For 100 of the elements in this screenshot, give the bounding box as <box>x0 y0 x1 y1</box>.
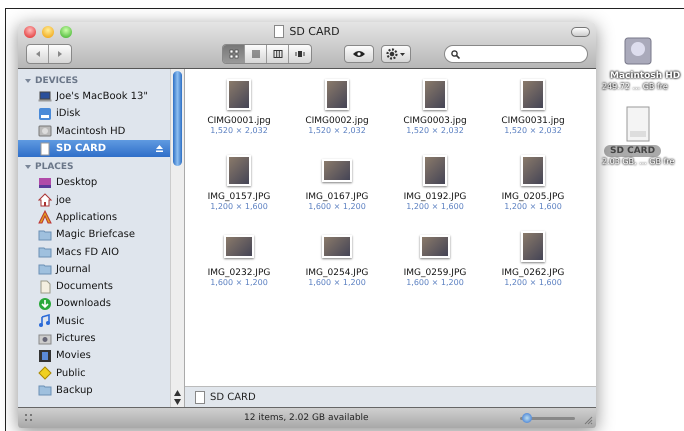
file-name[interactable]: CIMG0002.jpg <box>305 116 369 126</box>
file-name[interactable]: IMG_0167.JPG <box>306 192 368 202</box>
sidebar-item[interactable]: iDisk <box>18 105 170 123</box>
sidebar-item[interactable]: Documents <box>18 278 170 296</box>
sidebar-scrollbar[interactable] <box>170 69 185 407</box>
view-mode-button[interactable] <box>223 45 245 63</box>
eject-icon[interactable] <box>155 144 164 154</box>
window-title: SD CARD <box>289 25 340 38</box>
image-dimensions: 1,200 × 1,600 <box>504 278 562 287</box>
section-title: PLACES <box>35 162 74 172</box>
sidebar-item[interactable]: Music <box>18 312 170 330</box>
grid-icon <box>228 49 238 59</box>
sidebar-item[interactable]: Downloads <box>18 295 170 313</box>
scroll-down-icon[interactable] <box>174 399 181 405</box>
file-name[interactable]: IMG_0262.JPG <box>502 268 564 278</box>
photo-placeholder[interactable] <box>322 234 352 258</box>
sidebar-item-label: Joe's MacBook 13" <box>56 91 148 102</box>
image-dimensions: 1,520 × 2,032 <box>308 126 366 135</box>
sidebar-item-label: Macs FD AIO <box>56 246 119 258</box>
folder-icon <box>38 383 52 398</box>
sidebar-item-label: Desktop <box>56 177 98 188</box>
image-dimensions: 1,600 × 1,200 <box>308 202 366 211</box>
sidebar-item-label: Documents <box>56 281 114 292</box>
downloads-icon <box>38 296 52 311</box>
photo-placeholder[interactable] <box>420 234 450 258</box>
laptop-icon <box>38 90 52 104</box>
sidebar-item[interactable]: SD CARD <box>18 140 170 158</box>
image-dimensions: 1,200 × 1,600 <box>210 202 268 211</box>
desktop-icon-label: SD CARD <box>604 145 662 157</box>
photo-placeholder[interactable] <box>521 154 545 186</box>
sidebar-item[interactable]: Public <box>18 364 170 382</box>
sidebar-item[interactable]: Movies <box>18 347 170 364</box>
sidebar-item[interactable]: Macintosh HD <box>18 122 170 140</box>
quick-look-button[interactable] <box>344 45 374 63</box>
scroll-up-icon[interactable] <box>174 390 181 396</box>
card-icon <box>38 142 52 156</box>
file-name[interactable]: CIMG0001.jpg <box>207 116 271 126</box>
file-name[interactable]: CIMG0031.jpg <box>501 116 565 126</box>
file-name[interactable]: IMG_0157.JPG <box>208 192 270 202</box>
photo-placeholder[interactable] <box>322 158 352 182</box>
image-dimensions: 1,600 × 1,200 <box>406 278 464 287</box>
apps-icon <box>38 210 52 224</box>
image-dimensions: 1,200 × 1,600 <box>406 202 464 211</box>
sidebar-item-label: iDisk <box>56 108 80 120</box>
sidebar-item-label: Applications <box>56 212 118 223</box>
toolbar-toggle-button[interactable] <box>571 27 590 37</box>
image-dimensions: 1,520 × 2,032 <box>210 126 268 135</box>
close-button[interactable] <box>24 26 36 38</box>
search-field[interactable] <box>444 45 588 63</box>
sidebar-item[interactable]: Backup <box>18 382 170 400</box>
slider-thumb[interactable] <box>522 413 532 423</box>
free-space-text: 2.03 GB, ... GB fre <box>602 157 674 166</box>
photo-placeholder[interactable] <box>224 234 254 258</box>
back-forward-control[interactable] <box>26 44 72 64</box>
sidebar-item[interactable]: Desktop <box>18 174 170 192</box>
photo-placeholder[interactable] <box>325 78 349 110</box>
sidebar-item[interactable]: Magic Briefcase <box>18 226 170 244</box>
photo-placeholder[interactable] <box>227 154 251 186</box>
photo-placeholder[interactable] <box>521 230 545 262</box>
image-dimensions: 1,600 × 1,200 <box>210 278 268 287</box>
cover-flow-icon <box>295 49 305 59</box>
photo-placeholder[interactable] <box>423 78 447 110</box>
sd-card-icon <box>195 390 205 404</box>
pictures-icon <box>38 332 52 346</box>
grip-icon[interactable] <box>24 413 34 423</box>
resize-grip-icon[interactable] <box>583 415 593 425</box>
disclosure-triangle-icon[interactable] <box>24 162 32 171</box>
desktop-icon-label: Macintosh HD <box>608 70 682 82</box>
image-dimensions: 1,520 × 2,032 <box>504 126 562 135</box>
image-dimensions: 1,600 × 1,200 <box>308 278 366 287</box>
sd-card-icon <box>274 25 284 38</box>
file-name[interactable]: IMG_0232.JPG <box>208 268 270 278</box>
path-item[interactable]: SD CARD <box>210 392 256 402</box>
photo-placeholder[interactable] <box>521 78 545 110</box>
file-name[interactable]: IMG_0259.JPG <box>404 268 466 278</box>
columns-icon <box>272 49 282 59</box>
eye-icon <box>352 50 366 58</box>
folder-icon <box>38 262 52 276</box>
sidebar-item[interactable]: Pictures <box>18 330 170 348</box>
sidebar-item[interactable]: Joe's MacBook 13" <box>18 88 170 106</box>
sidebar-item[interactable]: joe <box>18 191 170 209</box>
image-dimensions: 1,520 × 2,032 <box>406 126 464 135</box>
photo-placeholder[interactable] <box>227 78 251 110</box>
file-name[interactable]: IMG_0192.JPG <box>404 192 466 202</box>
sidebar-item[interactable]: Journal <box>18 260 170 278</box>
file-name[interactable]: IMG_0205.JPG <box>502 192 564 202</box>
action-menu-button[interactable] <box>381 45 411 63</box>
list-icon <box>250 49 260 59</box>
folder-icon <box>38 245 52 260</box>
sidebar-item-label: Music <box>56 316 84 327</box>
photo-placeholder[interactable] <box>423 154 447 186</box>
view-mode-control[interactable] <box>222 44 312 64</box>
scroll-thumb[interactable] <box>173 71 182 166</box>
sidebar-item[interactable]: Applications <box>18 208 170 226</box>
file-name[interactable]: IMG_0254.JPG <box>306 268 368 278</box>
sidebar-item[interactable]: Macs FD AIO <box>18 243 170 261</box>
file-name[interactable]: CIMG0003.jpg <box>403 116 467 126</box>
sidebar-item-label: Magic Briefcase <box>56 229 135 240</box>
gear-icon <box>386 48 406 60</box>
disclosure-triangle-icon[interactable] <box>24 76 32 84</box>
